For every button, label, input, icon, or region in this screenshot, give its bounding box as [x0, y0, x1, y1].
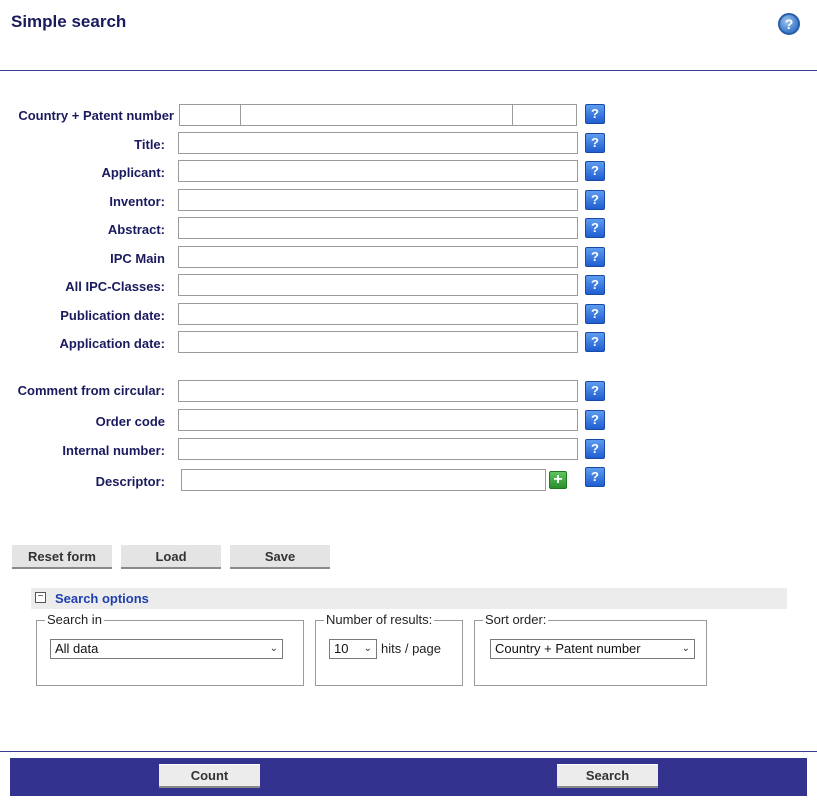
question-icon[interactable]: ?	[585, 133, 605, 153]
question-icon[interactable]: ?	[585, 247, 605, 267]
all-ipc-classes-input[interactable]	[178, 274, 578, 296]
count-button[interactable]: Count	[159, 764, 260, 788]
chevron-down-icon: ⌄	[681, 643, 690, 654]
search-in-select[interactable]: All data ⌄	[50, 639, 283, 659]
load-button[interactable]: Load	[121, 544, 221, 569]
question-icon[interactable]: ?	[585, 332, 605, 352]
chevron-down-icon: ⌄	[363, 643, 372, 654]
comment-from-circular-input[interactable]	[178, 380, 578, 402]
all-ipc-classes-label: All IPC-Classes:	[65, 279, 165, 294]
applicant-input[interactable]	[178, 160, 578, 182]
reset-form-button[interactable]: Reset form	[12, 544, 112, 569]
question-icon[interactable]: ?	[585, 381, 605, 401]
internal-number-input[interactable]	[178, 438, 578, 460]
question-icon[interactable]: ?	[585, 304, 605, 324]
plus-icon[interactable]: +	[549, 471, 567, 489]
title-label: Title:	[134, 137, 165, 152]
abstract-input[interactable]	[178, 217, 578, 239]
country-code-input[interactable]	[179, 104, 241, 126]
question-icon[interactable]: ?	[585, 104, 605, 124]
applicant-label: Applicant:	[101, 165, 165, 180]
inventor-label: Inventor:	[109, 194, 165, 209]
search-options-title[interactable]: Search options	[55, 591, 149, 606]
footer-divider	[0, 751, 817, 752]
results-per-page-select[interactable]: 10 ⌄	[329, 639, 377, 659]
inventor-input[interactable]	[178, 189, 578, 211]
publication-date-input[interactable]	[178, 303, 578, 325]
order-code-input[interactable]	[178, 409, 578, 431]
internal-number-label: Internal number:	[62, 443, 165, 458]
comment-from-circular-label: Comment from circular:	[17, 383, 165, 398]
hits-per-page-label: hits / page	[381, 641, 441, 656]
title-input[interactable]	[178, 132, 578, 154]
footer-bar: Count Search	[10, 758, 807, 796]
sort-order-legend: Sort order:	[483, 612, 549, 627]
help-circle-icon[interactable]: ?	[778, 13, 800, 35]
question-icon[interactable]: ?	[585, 410, 605, 430]
sort-order-value: Country + Patent number	[495, 641, 641, 656]
question-icon[interactable]: ?	[585, 218, 605, 238]
question-icon[interactable]: ?	[585, 190, 605, 210]
abstract-label: Abstract:	[107, 222, 165, 237]
application-date-input[interactable]	[178, 331, 578, 353]
order-code-label: Order code	[95, 414, 165, 429]
question-icon[interactable]: ?	[585, 439, 605, 459]
search-in-value: All data	[55, 641, 99, 656]
kind-code-input[interactable]	[512, 104, 577, 126]
ipc-main-label: IPC Main	[110, 251, 165, 266]
descriptor-label: Descriptor:	[95, 474, 165, 489]
search-in-legend: Search in	[45, 612, 104, 627]
question-icon[interactable]: ?	[585, 275, 605, 295]
search-options-header[interactable]: − Search options	[31, 588, 787, 609]
number-of-results-fieldset: Number of results: 10 ⌄ hits / page	[315, 612, 463, 686]
results-per-page-value: 10	[334, 641, 349, 656]
number-of-results-legend: Number of results:	[324, 612, 435, 627]
header-divider	[0, 70, 817, 71]
chevron-down-icon: ⌄	[269, 643, 278, 654]
collapse-icon[interactable]: −	[35, 592, 46, 603]
sort-order-select[interactable]: Country + Patent number ⌄	[490, 639, 695, 659]
save-button[interactable]: Save	[230, 544, 330, 569]
application-date-label: Application date:	[59, 336, 165, 351]
publication-date-label: Publication date:	[60, 308, 165, 323]
country-patent-label: Country + Patent number	[18, 108, 174, 123]
ipc-main-input[interactable]	[178, 246, 578, 268]
question-icon[interactable]: ?	[585, 467, 605, 487]
page-title: Simple search	[11, 12, 127, 31]
sort-order-fieldset: Sort order: Country + Patent number ⌄	[474, 612, 707, 686]
search-in-fieldset: Search in All data ⌄	[36, 612, 304, 686]
question-icon[interactable]: ?	[585, 161, 605, 181]
descriptor-input[interactable]	[181, 469, 546, 491]
patent-number-input[interactable]	[240, 104, 513, 126]
search-button[interactable]: Search	[557, 764, 658, 788]
